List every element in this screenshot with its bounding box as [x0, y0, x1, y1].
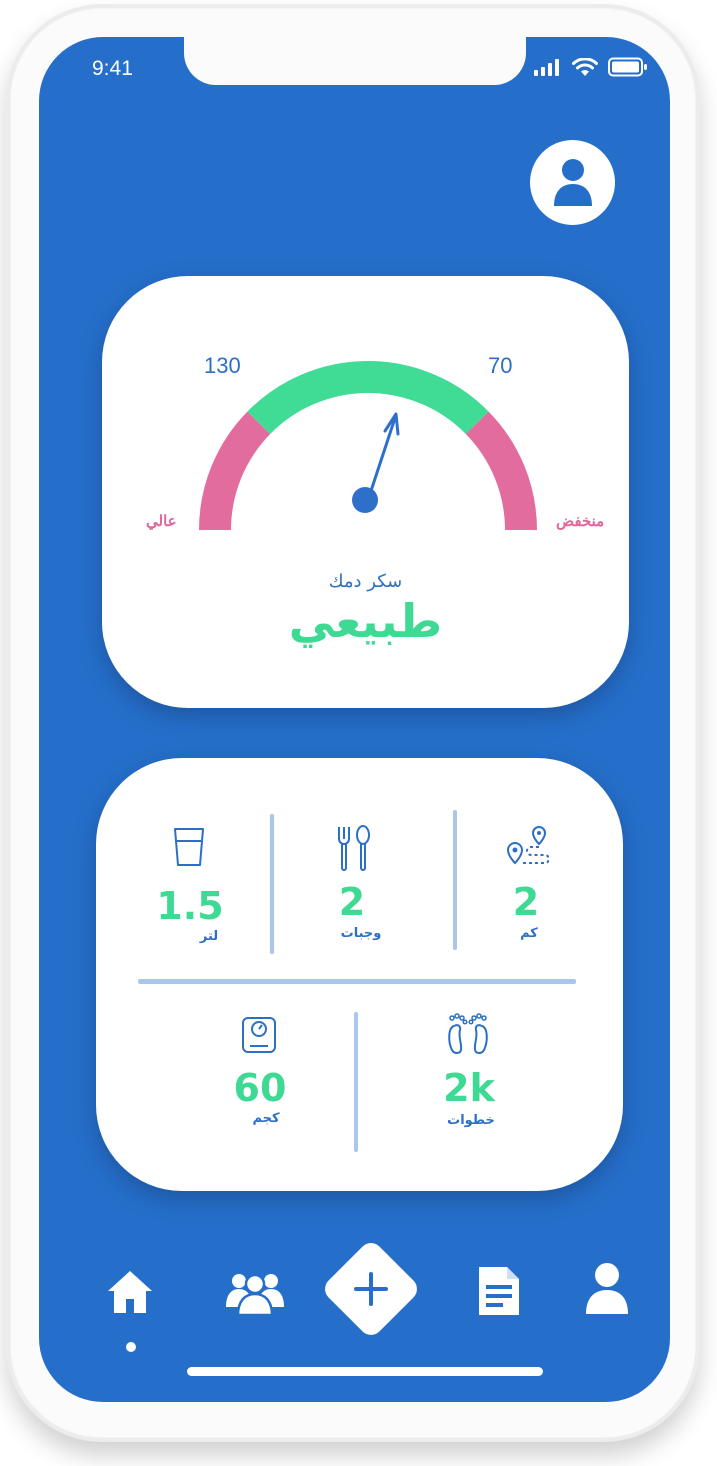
glass-icon [173, 827, 205, 871]
nav-profile[interactable] [582, 1261, 632, 1317]
gauge-pivot [352, 487, 378, 513]
weight-unit: كجم [252, 1111, 280, 1126]
divider-vertical-1 [270, 814, 274, 954]
profile-button[interactable] [530, 140, 615, 225]
gauge-segment-high [199, 411, 271, 531]
steps-unit: خطوات [447, 1113, 495, 1128]
active-tab-indicator [126, 1342, 136, 1352]
plus-icon [354, 1272, 388, 1306]
nav-community[interactable] [225, 1265, 285, 1317]
divider-vertical-2 [453, 810, 457, 950]
group-icon [226, 1273, 284, 1315]
fork-spoon-icon [336, 825, 372, 875]
home-indicator-bar [187, 1367, 543, 1376]
battery-icon [608, 57, 647, 77]
scale-icon [241, 1016, 277, 1058]
route-pin-icon [505, 825, 550, 871]
signal-icon [534, 59, 559, 76]
nav-reports[interactable] [474, 1263, 524, 1319]
gauge-segment-normal [247, 360, 489, 435]
gauge-segment-low [465, 411, 537, 531]
gauge-tick-130: 130 [204, 353, 241, 378]
footprints-icon [444, 1012, 494, 1060]
distance-value: 2 [512, 880, 540, 924]
blood-sugar-title: سكر دمك [328, 571, 403, 592]
status-icons [534, 57, 648, 77]
app-screen: 9:41 130 70 عالي منخفض سكر دمك طبيعي 1.5… [39, 37, 670, 1402]
wifi-icon [572, 57, 598, 76]
home-icon [108, 1271, 152, 1313]
steps-value: 2k [443, 1066, 495, 1110]
user-avatar-icon [553, 158, 592, 206]
weight-value: 60 [233, 1066, 287, 1110]
notch [184, 37, 526, 85]
blood-sugar-status: طبيعي [288, 594, 443, 648]
water-value: 1.5 [156, 884, 224, 928]
nav-add-button[interactable] [319, 1237, 423, 1341]
meals-unit: وجبات [340, 926, 382, 941]
blood-sugar-gauge [199, 360, 537, 531]
user-icon [586, 1263, 628, 1314]
status-time: 9:41 [92, 57, 133, 80]
nav-home[interactable] [105, 1267, 155, 1317]
meals-value: 2 [338, 880, 366, 924]
gauge-needle [366, 416, 397, 502]
divider-horizontal [138, 979, 576, 984]
gauge-label-low: منخفض [556, 513, 605, 530]
blood-sugar-card: 130 70 عالي منخفض سكر دمك طبيعي [102, 276, 629, 708]
bottom-navigation [39, 1237, 670, 1357]
gauge-label-high: عالي [146, 513, 177, 530]
document-icon [479, 1267, 519, 1315]
water-unit: لتر [199, 929, 219, 944]
daily-stats-card: 1.5 لتر 2 وجبات 2 كم 60 كجم 2k خطوات [96, 758, 623, 1191]
gauge-tick-70: 70 [488, 353, 513, 378]
divider-vertical-3 [354, 1012, 358, 1152]
distance-unit: كم [520, 926, 538, 941]
